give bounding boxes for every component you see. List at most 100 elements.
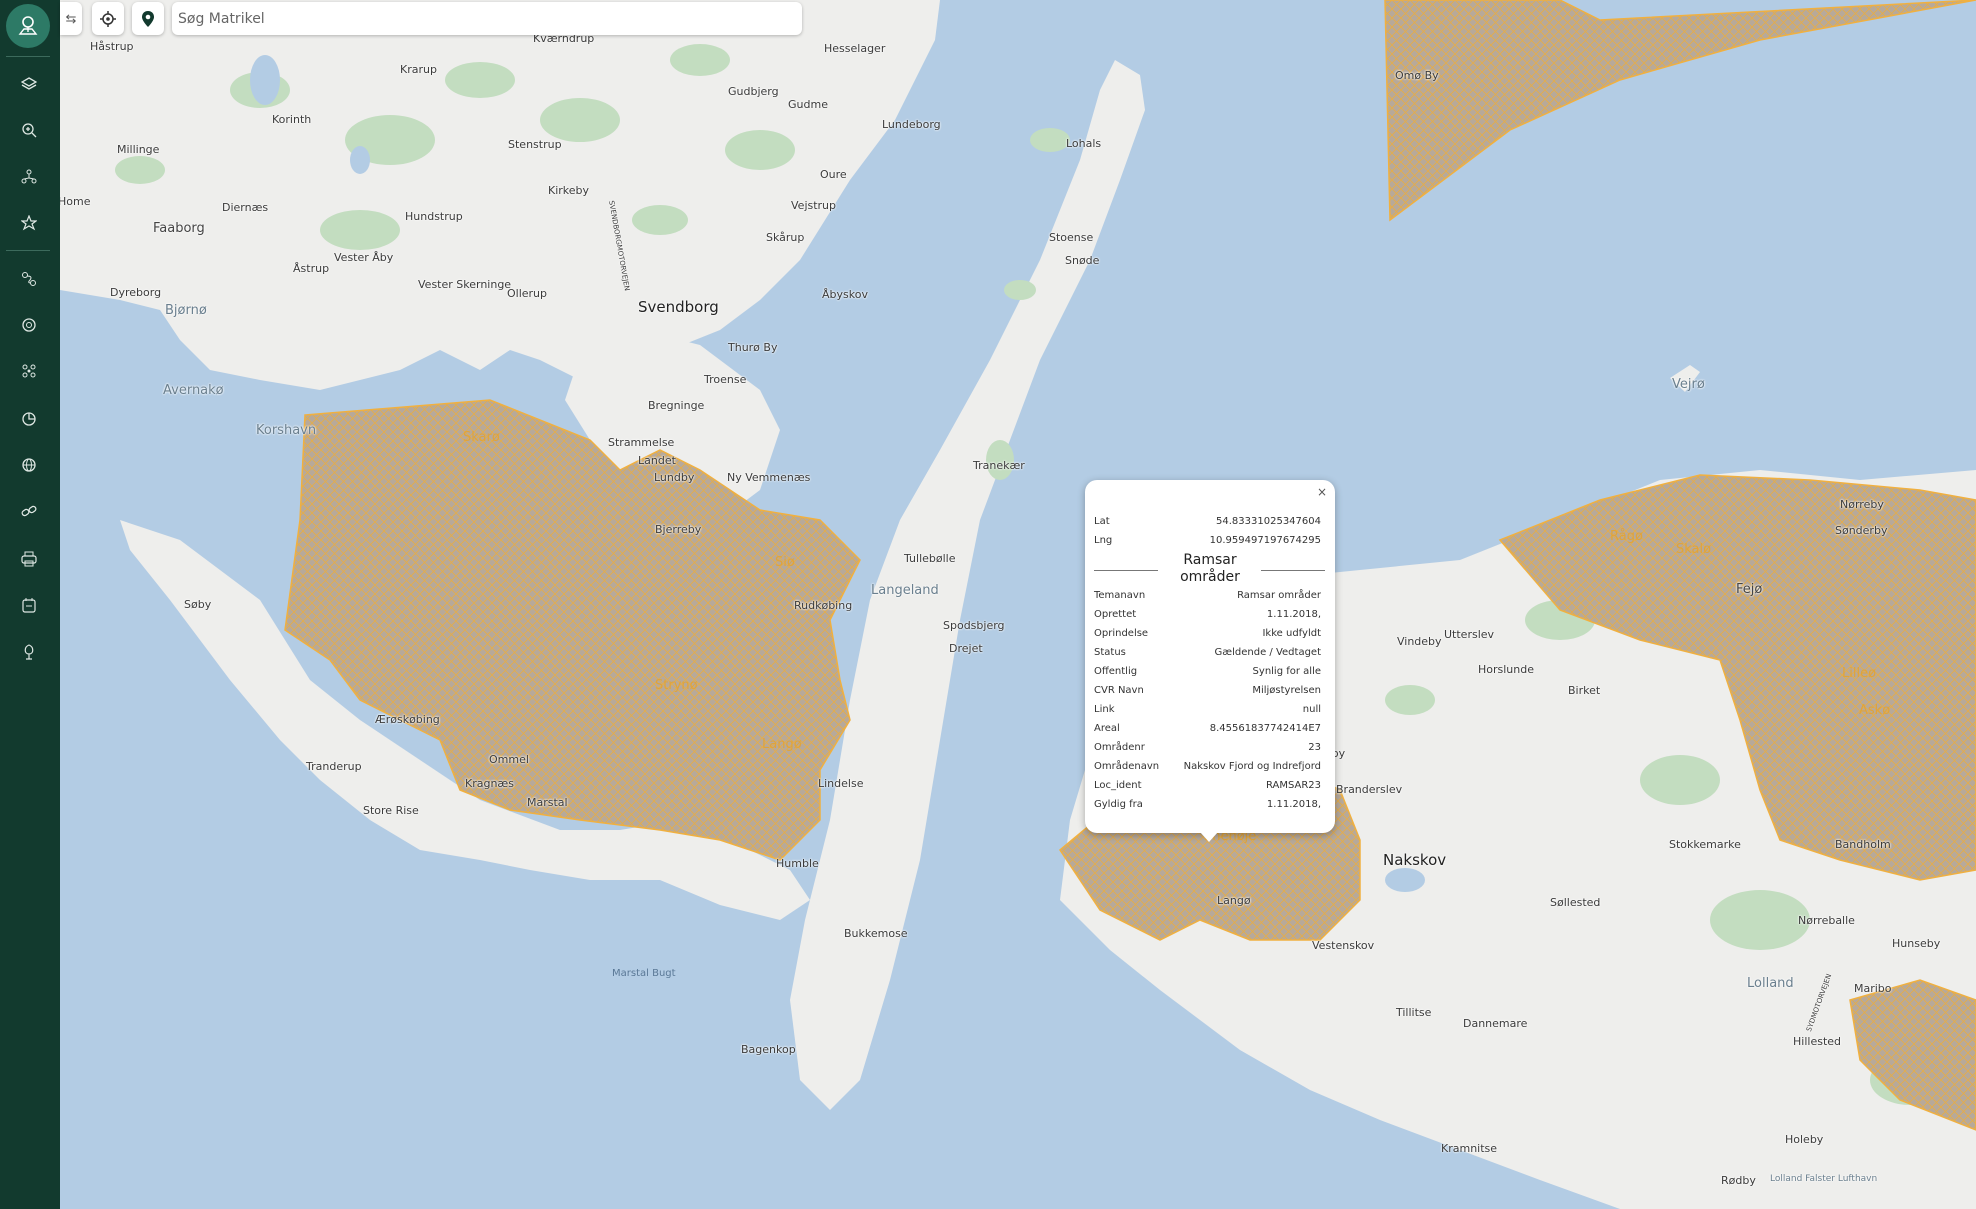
map-label: Hillested [1793,1035,1842,1048]
map-label: Marstal Bugt [612,968,676,979]
map-label: Hundstrup [405,210,463,223]
link-icon[interactable] [18,500,40,522]
map-label: Lilleø [1842,666,1877,681]
popup-row: Oprettet 1.11.2018, [1094,609,1321,620]
popup-row: Gyldig fra 1.11.2018, [1094,799,1321,810]
search-bar [172,2,802,35]
map-label: Lolland [1747,976,1794,991]
map-label: Kirkeby [548,184,590,197]
map-label: Omø By [1395,69,1439,82]
map-label: Fejø [1736,582,1763,597]
popup-divider [1261,570,1325,571]
map-label: Korshavn [256,423,317,438]
map-label: Humble [776,857,819,870]
popup-row: Link null [1094,704,1321,715]
map-label: Diernæs [222,201,269,214]
pie-chart-icon[interactable] [18,408,40,430]
user-location-icon[interactable] [6,4,50,48]
map-canvas[interactable]: Håstrup Kværndrup Hesselager Krarup Gudb… [58,0,1976,1209]
cluster-icon[interactable] [18,360,40,382]
map-label: Siø [775,555,795,570]
map-label: Korinth [272,113,312,126]
map-label: Lolland Falster Lufthavn [1770,1174,1878,1184]
map-label: Ny Vemmenæs [727,471,811,484]
popup-row-value: 54.83331025347604 [1216,516,1321,527]
map-label: Langø [762,737,802,752]
map-label: Vejstrup [791,199,837,212]
map-label: Langeland [871,583,939,598]
map-label: Dannemare [1463,1017,1528,1030]
map-label: Ommel [489,753,529,766]
map-label: Rudkøbing [794,599,853,612]
locate-button[interactable] [92,2,124,35]
map-label: Gudme [788,98,828,111]
map-label: Store Rise [363,804,419,817]
map-label: Bjørnø [165,303,207,318]
map-pin-icon [142,10,154,27]
popup-row: CVR Navn Miljøstyrelsen [1094,685,1321,696]
marker-button[interactable] [132,2,164,35]
printer-icon[interactable] [18,548,40,570]
zoom-search-icon[interactable] [18,119,40,141]
map-label: Søllested [1550,896,1601,909]
feature-info-popup: × Lat 54.83331025347604 Lng 10.959497197… [1085,480,1335,842]
map-label: Lindelse [818,777,864,790]
map-label: Rødby [1721,1174,1756,1187]
map-label: Lohals [1066,137,1102,150]
map-label: Vestenskov [1312,939,1375,952]
collapse-sidebar-button[interactable]: ⇆ [60,2,82,35]
map-label: Bagenkop [741,1043,796,1056]
close-icon[interactable]: × [1317,485,1327,499]
map-label: Stokkemarke [1669,838,1741,851]
map-label: Spodsbjerg [943,619,1005,632]
map-label: Langø [1217,894,1251,907]
popup-row-lat: Lat 54.83331025347604 [1094,515,1321,529]
map-label: Hunseby [1892,937,1941,950]
star-marker-icon[interactable] [18,212,40,234]
map-label: Strynø [655,678,698,693]
map-label: Drejet [949,642,983,655]
map-label: Sønderby [1835,524,1888,537]
map-label: Horslunde [1478,663,1535,676]
popup-row-label: Lat [1094,516,1110,527]
sidebar-divider [6,250,50,251]
sidebar [0,0,60,1209]
map-label: Åstrup [293,262,330,275]
map-label: Tranekær [973,459,1025,472]
map-label: Home [58,195,91,208]
map-label: Hesselager [824,42,886,55]
map-label: Bjerreby [655,523,702,536]
map-label: Nakskov [1383,851,1447,869]
target-icon[interactable] [18,314,40,336]
calendar-icon[interactable] [18,594,40,616]
network-icon[interactable] [18,166,40,188]
map-label: Kragnæs [465,777,514,790]
map-label: Troense [704,373,747,386]
map-label: Faaborg [153,221,205,236]
popup-row: Offentlig Synlig for alle [1094,666,1321,677]
route-icon[interactable] [18,268,40,290]
map-label: Stenstrup [508,138,562,151]
popup-row: Oprindelse Ikke udfyldt [1094,628,1321,639]
map-label: Strammelse [608,436,675,449]
tree-icon[interactable] [18,641,40,663]
popup-row-lng: Lng 10.959497197674295 [1094,534,1321,548]
map-label: Snøde [1065,254,1100,267]
map-label: Birket [1568,684,1601,697]
map-label: Holeby [1785,1133,1824,1146]
popup-row: Status Gældende / Vedtaget [1094,647,1321,658]
popup-row: Områdenavn Nakskov Fjord og Indrefjord [1094,761,1321,772]
map-label: Maribo [1854,982,1892,995]
map-label: Svendborg [638,298,719,316]
map-label: Kramnitse [1441,1142,1498,1155]
popup-row: Områdenr 23 [1094,742,1321,753]
map-label: Vejrø [1672,377,1705,392]
map-label: Marstal [527,796,568,809]
map-label: Lundeborg [882,118,941,131]
map-label: Utterslev [1444,628,1495,641]
globe-icon[interactable] [18,454,40,476]
layers-icon[interactable] [18,73,40,95]
popup-pointer [1200,832,1218,842]
search-input[interactable] [176,9,780,28]
map-label: Bukkemose [844,927,908,940]
